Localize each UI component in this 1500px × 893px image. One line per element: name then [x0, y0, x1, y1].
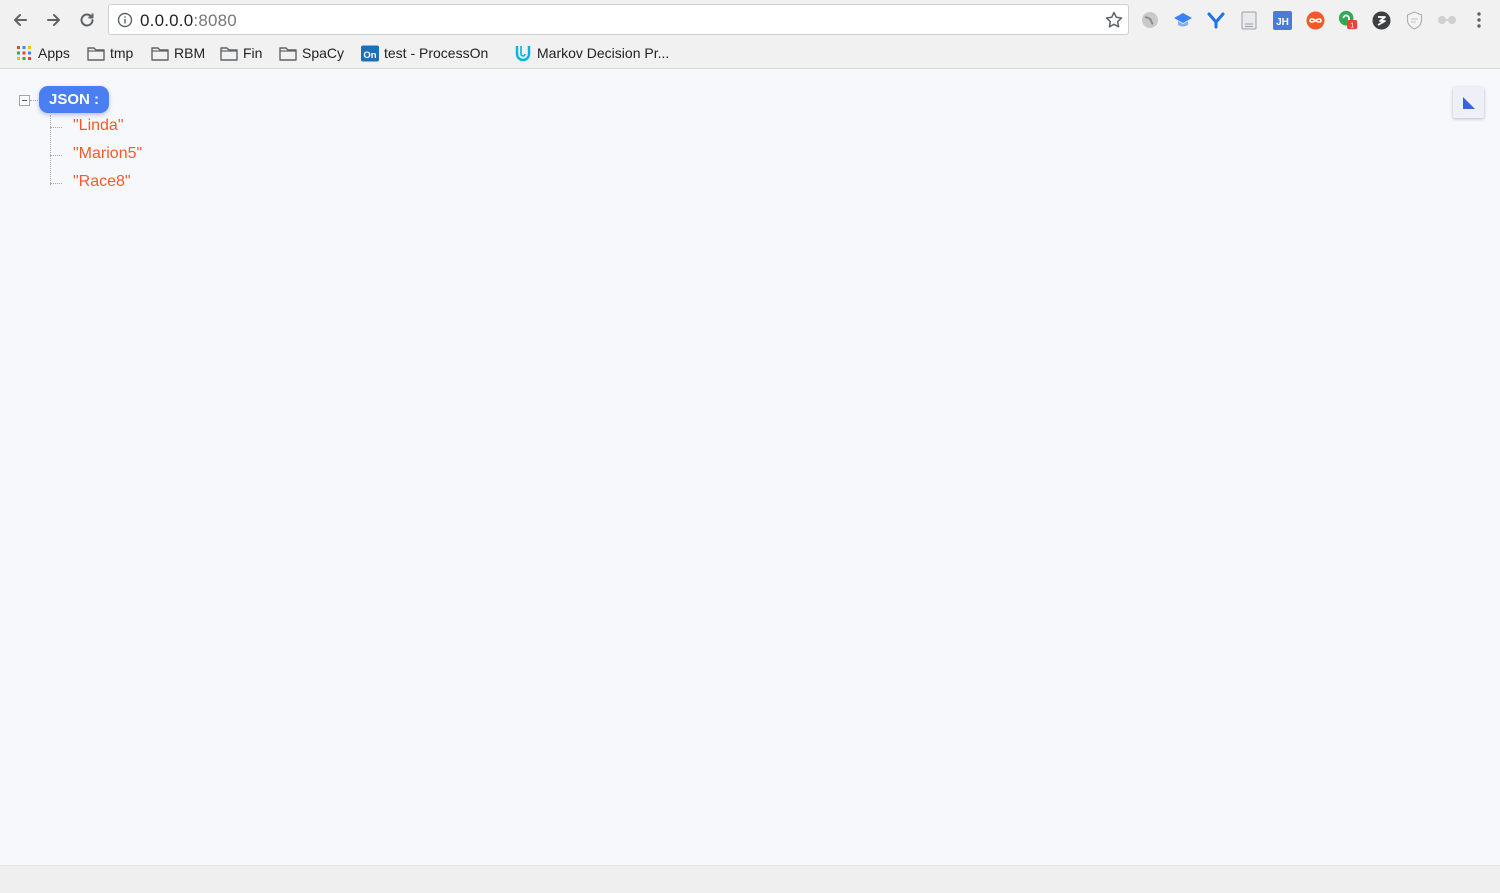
corner-toggle-button[interactable]: [1453, 87, 1484, 118]
bookmark-markov[interactable]: Markov Decision Pr...: [514, 43, 669, 63]
svg-text:1: 1: [1350, 21, 1354, 30]
tree-item-value: "Marion5": [73, 145, 143, 162]
bookmark-fin[interactable]: Fin: [220, 43, 262, 63]
tree-connector: [50, 127, 62, 128]
arrow-left-icon: [14, 14, 27, 26]
svg-text:On: On: [363, 49, 376, 60]
page-extension-icon[interactable]: [1239, 10, 1259, 30]
bookmark-spacy[interactable]: SpaCy: [279, 43, 344, 63]
tree-branch-line: [50, 115, 51, 185]
bookmark-label: RBM: [174, 45, 206, 61]
json-root-node[interactable]: JSON :: [39, 86, 110, 113]
more-vert-icon: [1477, 12, 1481, 28]
url-host: 0.0.0.0: [140, 11, 194, 30]
svg-text:JH: JH: [1276, 17, 1289, 28]
folder-icon: [87, 45, 105, 61]
jh-extension-icon[interactable]: JH: [1272, 10, 1292, 30]
processon-icon: On: [361, 44, 379, 62]
bookmark-label: SpaCy: [302, 45, 345, 61]
glasses-extension-icon[interactable]: [1437, 10, 1457, 30]
tree-item-value: "Linda": [73, 117, 124, 134]
json-viewer: JSON : "Linda" "Marion5" "Race8": [0, 70, 1500, 865]
arrow-right-icon: [47, 14, 60, 26]
url-port: :8080: [193, 11, 237, 30]
reload-icon: [80, 13, 94, 27]
folder-icon: [220, 45, 238, 61]
green-badge-extension-icon[interactable]: 1: [1338, 10, 1358, 30]
y-extension-icon[interactable]: [1206, 10, 1226, 30]
bookmark-label: Fin: [243, 45, 263, 61]
back-button[interactable]: [8, 8, 32, 32]
collapse-toggle[interactable]: [19, 95, 30, 106]
browser-toolbar: 0.0.0.0:8080 JH 1: [0, 0, 1500, 40]
globe-extension-icon[interactable]: [1140, 10, 1160, 30]
reload-button[interactable]: [75, 8, 99, 32]
address-bar[interactable]: 0.0.0.0:8080: [108, 4, 1129, 35]
udacity-icon: [514, 45, 532, 62]
bookmark-tmp[interactable]: tmp: [87, 43, 133, 63]
tree-item-value: "Race8": [73, 173, 131, 190]
bookmark-label: Markov Decision Pr...: [537, 45, 670, 61]
url-text[interactable]: 0.0.0.0:8080: [140, 11, 237, 31]
forward-button[interactable]: [42, 8, 66, 32]
bookmarks-bar: Apps tmp RBM Fin SpaCy On test - Process…: [0, 40, 1500, 69]
tree-connector: [50, 155, 62, 156]
tree-connector: [50, 183, 62, 184]
bottom-bar: [0, 865, 1500, 893]
info-icon[interactable]: [117, 12, 133, 28]
bookmark-processon[interactable]: On test - ProcessOn: [361, 43, 488, 63]
bookmark-label: Apps: [38, 45, 70, 61]
apps-grid-icon: [15, 45, 33, 61]
shield-extension-icon[interactable]: [1404, 10, 1424, 30]
corner-triangle-icon: [1462, 96, 1475, 109]
blue-cap-extension-icon[interactable]: [1173, 10, 1193, 30]
bookmark-label: test - ProcessOn: [384, 45, 489, 61]
dark-circle-extension-icon[interactable]: [1371, 10, 1391, 30]
bookmark-rbm[interactable]: RBM: [151, 43, 205, 63]
bookmark-label: tmp: [110, 45, 134, 61]
bookmark-star-icon[interactable]: [1104, 10, 1124, 30]
infinity-extension-icon[interactable]: [1305, 10, 1325, 30]
folder-icon: [279, 45, 297, 61]
folder-icon: [151, 45, 169, 61]
browser-menu-button[interactable]: [1470, 10, 1488, 30]
bookmark-apps[interactable]: Apps: [15, 43, 70, 63]
